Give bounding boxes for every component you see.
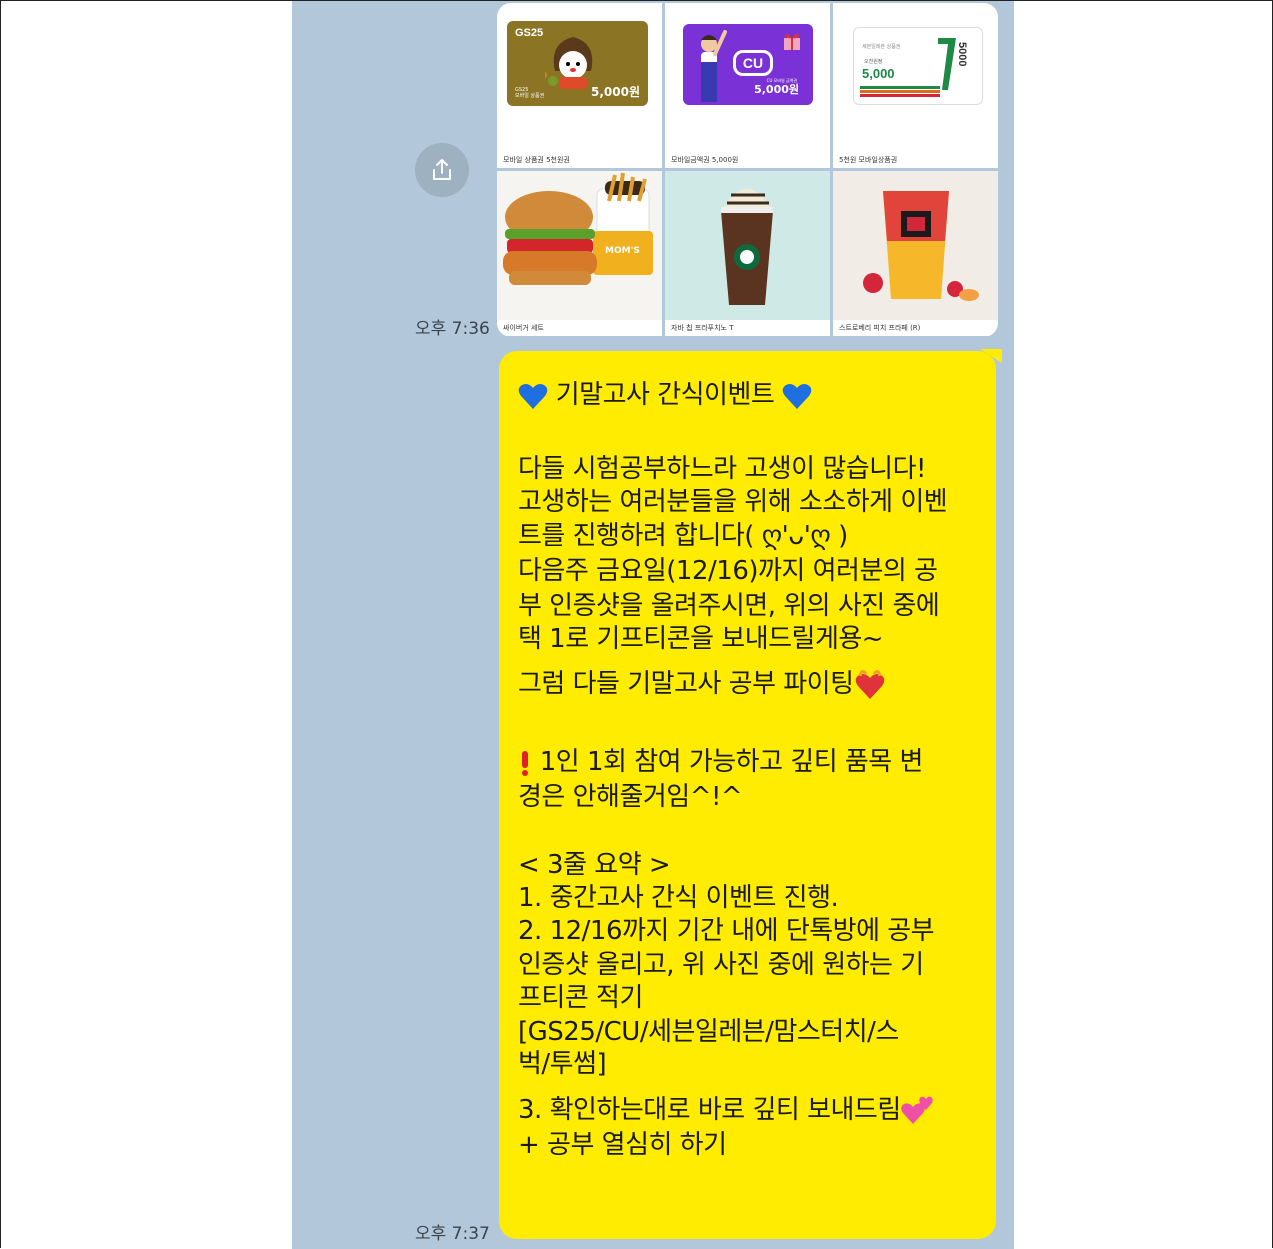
character-illustration-icon xyxy=(701,30,727,102)
burger-set-image: MOM'S xyxy=(497,171,662,320)
gs25-gift-card: GS25 GS25 모바일 상품권 5,000원 xyxy=(507,21,648,106)
gift-image-grid[interactable]: GS25 GS25 모바일 상품권 5,000원 모바일 상품권 5천원권 CU… xyxy=(497,3,998,337)
gift-caption: 5천원 모바일상품권 xyxy=(839,156,898,164)
gift-caption: 모바일 상품권 5천원권 xyxy=(503,156,570,164)
message-title: 기말고사 간식이벤트 xyxy=(555,380,775,410)
bubble-tail xyxy=(980,349,1002,363)
seven-eleven-vertical-amount: 5000 xyxy=(956,42,968,67)
gs25-card-label: GS25 모바일 상품권 xyxy=(515,87,545,99)
seven-eleven-card-sublabel: 오천원정 xyxy=(864,59,883,65)
message-line: 인증샷 올리고, 위 사진 중에 원하는 기 xyxy=(518,950,924,980)
message-line: 프티콘 적기 xyxy=(518,983,643,1013)
gift-caption: 모바일금액권 5,000원 xyxy=(671,156,739,164)
cu-logo: CU xyxy=(733,50,773,76)
gift-caption: 싸이버거 세트 xyxy=(503,324,544,332)
gift-box-icon xyxy=(784,33,800,50)
seven-eleven-gift-card: 세븐일레븐 상품권 오천원정 5,000 5000 xyxy=(853,27,983,105)
message-line: 부 인증샷을 올려주시면, 위의 사진 중에 xyxy=(518,591,940,621)
message-line: 2. 12/16까지 기간 내에 단톡방에 공부 xyxy=(518,916,935,946)
message-time: 오후 7:36 xyxy=(415,319,490,339)
gift-item-gs25[interactable]: GS25 GS25 모바일 상품권 5,000원 모바일 상품권 5천원권 xyxy=(497,3,662,168)
message-line: 고생하는 여러분들을 위해 소소하게 이벤 xyxy=(518,487,948,517)
share-button[interactable] xyxy=(415,143,469,197)
stripe-decoration-icon xyxy=(860,86,940,97)
blue-heart-icon xyxy=(518,383,548,409)
two-hearts-icon xyxy=(900,1096,933,1124)
gift-caption: 스트로베리 피치 프라페 (R) xyxy=(839,324,921,332)
message-line: 1. 중간고사 간식 이벤트 진행. xyxy=(518,883,839,913)
character-illustration-icon xyxy=(545,37,593,89)
seven-eleven-card-amount: 5,000 xyxy=(862,66,895,81)
gs25-card-amount: 5,000원 xyxy=(591,85,640,99)
frappe-cup-icon xyxy=(863,191,979,301)
gift-item-burger-set[interactable]: MOM'S 싸이버거 세트 xyxy=(497,171,662,336)
message-line: 그럼 다들 기말고사 공부 파이팅 xyxy=(518,669,854,699)
gift-item-java-chip-frappuccino[interactable]: 자바 칩 프라푸치노 T xyxy=(665,171,830,336)
message-line: 경은 안해줄거임^!^ xyxy=(518,782,743,812)
seven-eleven-card-label: 세븐일레븐 상품권 xyxy=(862,44,901,50)
cu-gift-card: CU CU 모바일 금액권 5,000원 xyxy=(683,24,813,105)
summary-heading: < 3줄 요약 > xyxy=(518,850,671,880)
message-line-result: 3. 확인하는대로 바로 깊티 보내드림 xyxy=(518,1089,935,1126)
svg-text:MOM'S: MOM'S xyxy=(605,246,640,256)
blue-heart-icon xyxy=(782,383,812,409)
message-time: 오후 7:37 xyxy=(415,1224,490,1244)
message-line: 택 1로 기프티콘을 보내드릴게용~ xyxy=(518,624,884,654)
message-title-line: 기말고사 간식이벤트 xyxy=(518,374,812,411)
message-line-cheer: 그럼 다들 기말고사 공부 파이팅 xyxy=(518,663,886,700)
cu-card-amount: 5,000원 xyxy=(754,83,799,96)
message-line: 다들 시험공부하느라 고생이 많습니다! xyxy=(518,454,926,484)
gift-caption: 자바 칩 프라푸치노 T xyxy=(671,324,734,332)
message-line: 다음주 금요일(12/16)까지 여러분의 공 xyxy=(518,556,938,586)
message-line: 1인 1회 참여 가능하고 깊티 품목 변 xyxy=(539,747,924,777)
burger-set-icon: MOM'S xyxy=(503,172,653,285)
gs25-logo: GS25 xyxy=(515,27,544,39)
frappuccino-cup-icon xyxy=(721,189,773,305)
frappuccino-image xyxy=(665,171,830,320)
seven-eleven-logo-icon xyxy=(938,38,956,90)
message-line: 벅/투썸] xyxy=(518,1049,607,1079)
gift-item-seven-eleven[interactable]: 세븐일레븐 상품권 오천원정 5,000 5000 5천원 모바일상품권 xyxy=(833,3,998,168)
gift-item-cu[interactable]: CU CU 모바일 금액권 5,000원 모바일금액권 5,000원 xyxy=(665,3,830,168)
share-icon xyxy=(433,159,451,180)
message-line: 트를 진행하려 합니다( ღ'ᴗ'ღ ) xyxy=(518,521,848,551)
heart-on-fire-icon xyxy=(855,669,884,699)
frappe-image xyxy=(833,171,998,320)
exclamation-icon xyxy=(522,750,528,776)
message-line: + 공부 열심히 하기 xyxy=(518,1130,727,1160)
message-line: 3. 확인하는대로 바로 깊티 보내드림 xyxy=(518,1095,901,1125)
notice-line: 1인 1회 참여 가능하고 깊티 품목 변 xyxy=(518,741,923,778)
gift-item-strawberry-peach-frappe[interactable]: 스트로베리 피치 프라페 (R) xyxy=(833,171,998,336)
